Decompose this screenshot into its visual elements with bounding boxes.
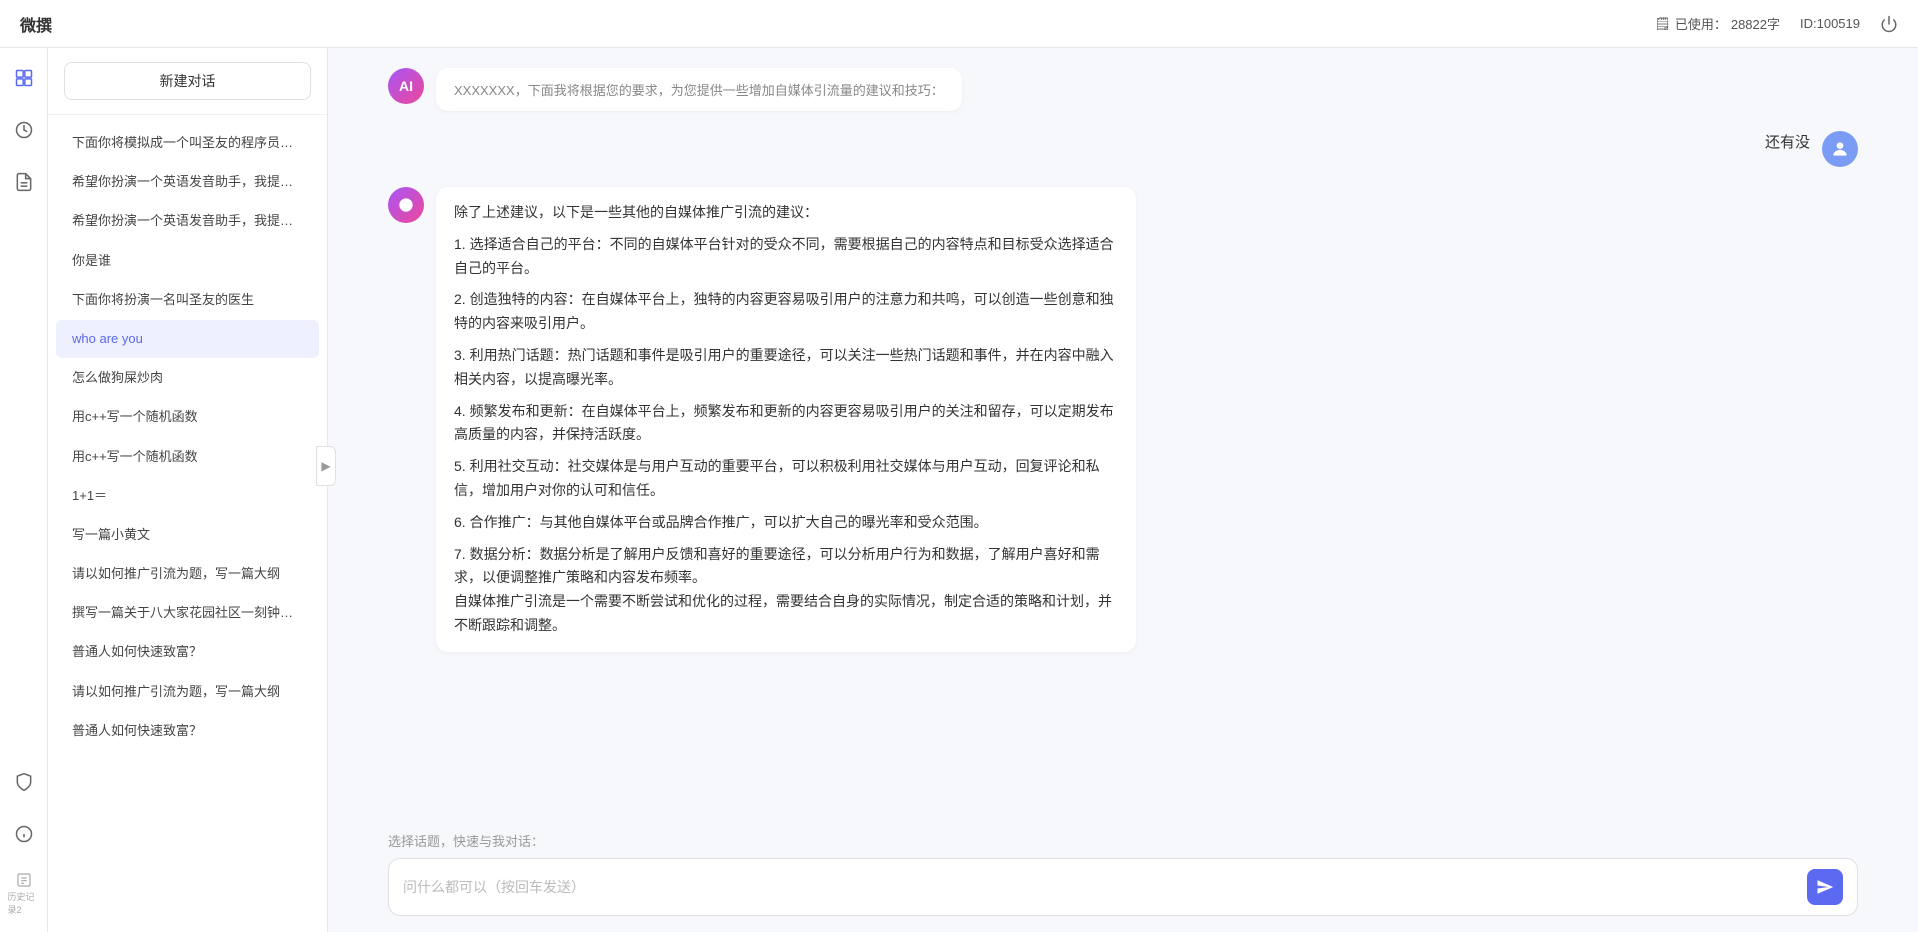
sidebar-header: 新建对话 [48, 48, 327, 115]
chat-input-area: 选择话题，快速与我对话： [328, 819, 1918, 932]
icon-bar: 历史记录2 [0, 48, 48, 932]
chat-area: AI XXXXXXX，下面我将根据您的要求，为您提供一些增加自媒体引流量的建议和… [328, 48, 1918, 932]
sidebar-item[interactable]: 希望你扮演一个英语发音助手，我提供给你... [56, 163, 319, 201]
sidebar-item[interactable]: 怎么做狗屎炒肉 [56, 359, 319, 397]
usage-display: 🗒 已使用： 28822字 [1654, 14, 1780, 33]
power-button[interactable] [1880, 15, 1898, 33]
sidebar-item[interactable]: 撰写一篇关于八大家花园社区一刻钟便民生... [56, 594, 319, 632]
history-label: 历史记录2 [8, 890, 40, 916]
partial-bubble: XXXXXXX，下面我将根据您的要求，为您提供一些增加自媒体引流量的建议和技巧： [436, 68, 962, 111]
sidebar-item[interactable]: 请以如何推广引流为题，写一篇大纲 [56, 555, 319, 593]
sidebar-item[interactable]: 希望你扮演一个英语发音助手，我提供给你... [56, 202, 319, 240]
message-list: AI XXXXXXX，下面我将根据您的要求，为您提供一些增加自媒体引流量的建议和… [328, 48, 1918, 819]
ai-point: 6. 合作推广：与其他自媒体平台或品牌合作推广，可以扩大自己的曝光率和受众范围。 [454, 511, 1118, 535]
usage-value: 28822字 [1731, 14, 1780, 33]
user-avatar [1822, 131, 1858, 167]
ai-message-row: 除了上述建议，以下是一些其他的自媒体推广引流的建议： 1. 选择适合自己的平台：… [388, 187, 1858, 652]
sidebar-item[interactable]: 请以如何推广引流为题，写一篇大纲 [56, 673, 319, 711]
ai-point: 4. 频繁发布和更新：在自媒体平台上，频繁发布和更新的内容更容易吸引用户的关注和… [454, 400, 1118, 448]
ai-message-bubble: 除了上述建议，以下是一些其他的自媒体推广引流的建议： 1. 选择适合自己的平台：… [436, 187, 1136, 652]
sidebar: 新建对话 下面你将模拟成一个叫圣友的程序员，我说...希望你扮演一个英语发音助手… [48, 48, 328, 932]
sidebar-item[interactable]: 你是谁 [56, 242, 319, 280]
ai-conclusion: 自媒体推广引流是一个需要不断尝试和优化的过程，需要结合自身的实际情况，制定合适的… [454, 590, 1118, 638]
sidebar-item[interactable]: who are you [56, 320, 319, 358]
ai-point: 3. 利用热门话题：热门话题和事件是吸引用户的重要途径，可以关注一些热门话题和事… [454, 344, 1118, 392]
input-box [388, 858, 1858, 916]
sidebar-collapse-button[interactable]: ▶ [316, 446, 336, 486]
app-logo: 微撰 [20, 12, 52, 36]
chat-input[interactable] [403, 879, 1797, 895]
sidebar-item[interactable]: 普通人如何快速致富？ [56, 633, 319, 671]
ai-point: 5. 利用社交互动：社交媒体是与用户互动的重要平台，可以积极利用社交媒体与用户互… [454, 455, 1118, 503]
ai-response-avatar [388, 187, 424, 223]
sidebar-item[interactable]: 普通人如何快速致富？ [56, 712, 319, 750]
conversation-list: 下面你将模拟成一个叫圣友的程序员，我说...希望你扮演一个英语发音助手，我提供给… [48, 115, 327, 932]
topbar-right: 🗒 已使用： 28822字 ID:100519 [1654, 14, 1898, 33]
user-message-row: 还有没 [388, 131, 1858, 167]
ai-point: 2. 创造独特的内容：在自媒体平台上，独特的内容更容易吸引用户的注意力和共鸣，可… [454, 288, 1118, 336]
ai-intro: 除了上述建议，以下是一些其他的自媒体推广引流的建议： [454, 201, 1118, 225]
sidebar-item[interactable]: 写一篇小黄文 [56, 516, 319, 554]
usage-icon: 🗒 [1654, 16, 1671, 32]
nav-shield[interactable] [6, 764, 42, 800]
nav-clock[interactable] [6, 112, 42, 148]
partial-message-row: AI XXXXXXX，下面我将根据您的要求，为您提供一些增加自媒体引流量的建议和… [388, 68, 1858, 111]
ai-point: 1. 选择适合自己的平台：不同的自媒体平台针对的受众不同，需要根据自己的内容特点… [454, 233, 1118, 281]
sidebar-item[interactable]: 下面你将模拟成一个叫圣友的程序员，我说... [56, 124, 319, 162]
ai-point: 7. 数据分析：数据分析是了解用户反馈和喜好的重要途径，可以分析用户行为和数据，… [454, 543, 1118, 591]
ai-avatar: AI [388, 68, 424, 104]
nav-doc[interactable] [6, 164, 42, 200]
partial-text: XXXXXXX，下面我将根据您的要求，为您提供一些增加自媒体引流量的建议和技巧： [454, 83, 944, 98]
sidebar-item[interactable]: 下面你将扮演一名叫圣友的医生 [56, 281, 319, 319]
user-id: ID:100519 [1800, 16, 1860, 31]
nav-history[interactable]: 历史记录2 [6, 868, 42, 920]
nav-home[interactable] [6, 60, 42, 96]
topbar: 微撰 🗒 已使用： 28822字 ID:100519 [0, 0, 1918, 48]
main-layout: 历史记录2 新建对话 下面你将模拟成一个叫圣友的程序员，我说...希望你扮演一个… [0, 48, 1918, 932]
sidebar-item[interactable]: 用c++写一个随机函数 [56, 398, 319, 436]
new-chat-button[interactable]: 新建对话 [64, 62, 311, 100]
sidebar-item[interactable]: 用c++写一个随机函数 [56, 438, 319, 476]
user-message-text: 还有没 [1765, 131, 1810, 152]
ai-points: 1. 选择适合自己的平台：不同的自媒体平台针对的受众不同，需要根据自己的内容特点… [454, 233, 1118, 590]
send-button[interactable] [1807, 869, 1843, 905]
usage-label: 已使用： [1675, 14, 1727, 33]
sidebar-item[interactable]: 1+1＝ [56, 477, 319, 515]
collapse-icon: ▶ [321, 459, 330, 473]
quick-topics-label: 选择话题，快速与我对话： [388, 831, 1858, 850]
nav-info[interactable] [6, 816, 42, 852]
